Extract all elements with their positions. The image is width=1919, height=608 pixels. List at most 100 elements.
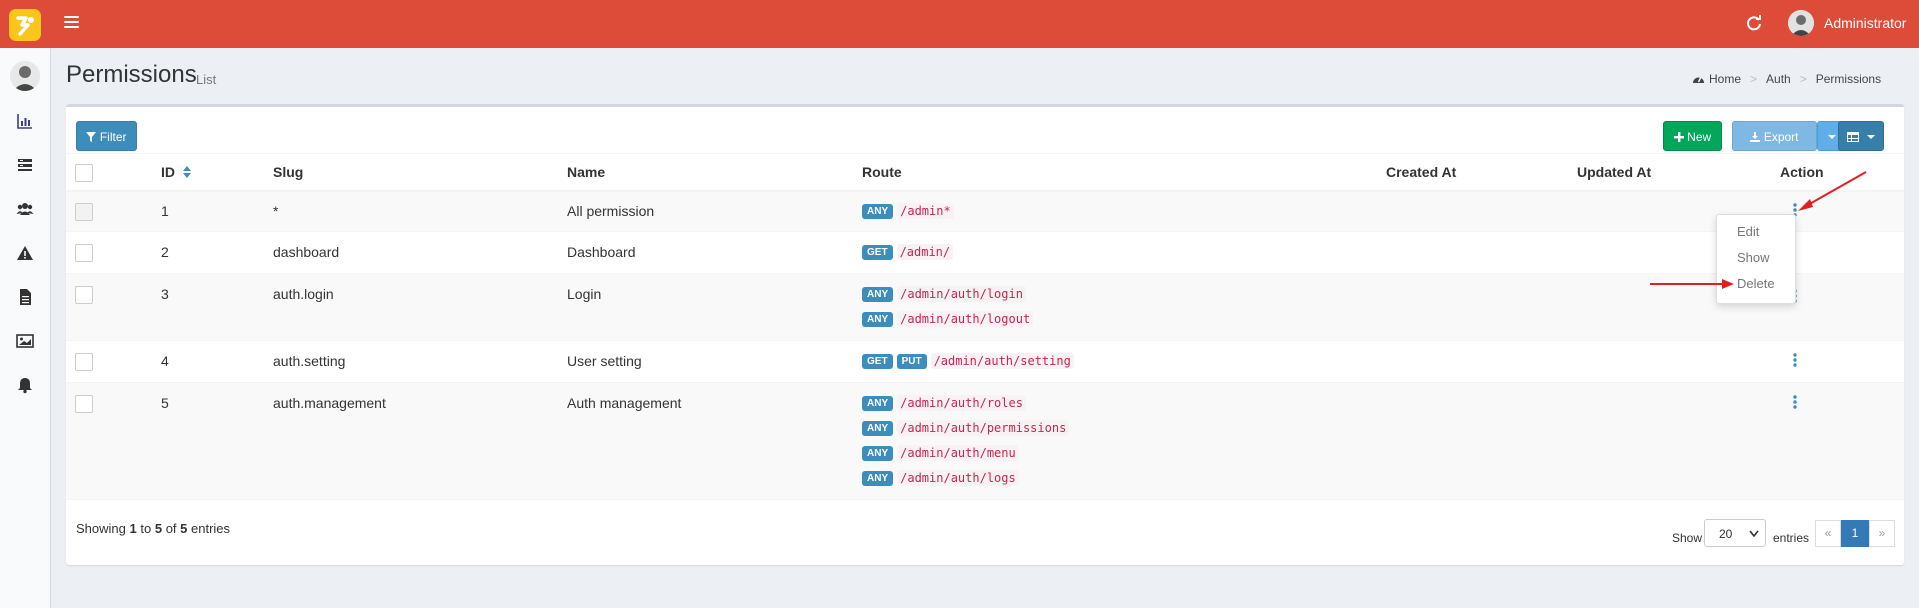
route-entry: ANY/admin/auth/logs xyxy=(862,469,1019,489)
sort-icon[interactable] xyxy=(182,166,191,178)
table-row: 5 auth.management Auth management ANY/ad… xyxy=(66,382,1904,499)
annotation-arrow-icon xyxy=(1650,279,1734,289)
cell-slug: auth.management xyxy=(273,395,386,411)
action-delete[interactable]: Delete xyxy=(1737,276,1775,291)
filter-label: Filter xyxy=(99,130,127,144)
cell-slug: dashboard xyxy=(273,244,340,260)
route-path: /admin/auth/roles xyxy=(897,395,1026,412)
route-entry: ANY/admin/auth/logout xyxy=(862,310,1034,330)
cell-id: 1 xyxy=(161,203,169,219)
route-entry: ANY/admin/auth/roles xyxy=(862,394,1026,414)
route-entry: GET PUT/admin/auth/setting xyxy=(862,352,1074,372)
select-all-checkbox[interactable] xyxy=(75,164,93,182)
pagination-info: Showing 1 to 5 of 5 entries xyxy=(76,521,231,536)
cell-name: All permission xyxy=(567,203,655,219)
refresh-icon[interactable] xyxy=(1744,13,1764,33)
route-entry: ANY/admin/auth/login xyxy=(862,285,1026,305)
cell-id: 4 xyxy=(161,353,169,369)
action-show[interactable]: Show xyxy=(1737,250,1770,265)
route-path: /admin/auth/menu xyxy=(897,445,1019,462)
dashboard-chart-icon[interactable] xyxy=(16,112,34,130)
permissions-box: Filter New Export ID Slug Name Route Cre… xyxy=(66,104,1904,565)
warning-icon[interactable] xyxy=(16,244,34,262)
method-badge: GET xyxy=(862,353,893,369)
route-entry: ANY/admin* xyxy=(862,202,954,222)
export-button[interactable]: Export xyxy=(1732,121,1817,151)
table-row: 1 * All permission ANY/admin* xyxy=(66,191,1904,231)
cell-name: Dashboard xyxy=(567,244,636,260)
cell-id: 2 xyxy=(161,244,169,260)
route-path: /admin/auth/logout xyxy=(897,311,1034,328)
breadcrumb-auth[interactable]: Auth xyxy=(1766,72,1791,86)
sidebar-user-avatar xyxy=(10,61,40,91)
method-badge: PUT xyxy=(896,353,927,369)
page-title: Permissions xyxy=(66,61,197,88)
bell-icon[interactable] xyxy=(16,376,34,394)
cell-slug: * xyxy=(273,203,279,219)
column-updated-at: Updated At xyxy=(1577,164,1652,180)
route-entry: ANY/admin/auth/permissions xyxy=(862,419,1070,439)
breadcrumb-home[interactable]: Home xyxy=(1709,72,1741,86)
column-created-at: Created At xyxy=(1386,164,1457,180)
table-divider xyxy=(66,499,1904,500)
row-checkbox[interactable] xyxy=(75,353,93,371)
logo-icon[interactable] xyxy=(9,9,41,41)
column-id[interactable]: ID xyxy=(161,164,191,180)
row-actions-kebab-icon[interactable] xyxy=(1790,352,1800,370)
cell-name: User setting xyxy=(567,353,642,369)
method-badge: ANY xyxy=(862,286,894,302)
plus-icon xyxy=(1673,132,1684,142)
caret-down-icon xyxy=(1867,135,1876,139)
export-label: Export xyxy=(1763,130,1799,144)
route-path: /admin/auth/logs xyxy=(897,470,1019,487)
page-subtitle: List xyxy=(196,72,217,87)
method-badge: GET xyxy=(862,244,893,260)
table-row: 4 auth.setting User setting GET PUT/admin… xyxy=(66,340,1904,382)
dashboard-gauge-icon xyxy=(1693,76,1704,83)
cell-name: Login xyxy=(567,286,602,302)
users-icon[interactable] xyxy=(16,200,34,218)
table-row: 3 auth.login Login ANY/admin/auth/login … xyxy=(66,273,1904,340)
entries-label: entries xyxy=(1773,531,1810,545)
file-icon[interactable] xyxy=(16,288,34,306)
method-badge: ANY xyxy=(862,311,894,327)
method-badge: ANY xyxy=(862,470,894,486)
per-page-select[interactable]: 20 xyxy=(1704,519,1766,547)
user-avatar[interactable] xyxy=(1788,10,1814,36)
pagination-prev[interactable]: « xyxy=(1815,520,1841,547)
route-path: /admin/auth/login xyxy=(897,286,1026,303)
column-name: Name xyxy=(567,164,606,180)
table-icon xyxy=(1846,132,1859,142)
route-path: /admin/ xyxy=(896,244,954,261)
new-button[interactable]: New xyxy=(1663,121,1722,151)
row-checkbox[interactable] xyxy=(75,244,93,262)
pagination-page-1[interactable]: 1 xyxy=(1841,520,1869,547)
cell-id: 5 xyxy=(161,395,169,411)
caret-down-icon xyxy=(1827,135,1836,139)
row-actions-kebab-icon[interactable] xyxy=(1790,394,1800,412)
new-label: New xyxy=(1687,130,1712,144)
download-icon xyxy=(1750,132,1761,142)
row-checkbox[interactable] xyxy=(75,203,93,221)
pagination-next[interactable]: » xyxy=(1869,520,1895,547)
route-entry: GET/admin/ xyxy=(862,243,954,263)
chevron-down-icon xyxy=(1749,530,1759,538)
list-icon[interactable] xyxy=(16,156,34,174)
method-badge: ANY xyxy=(862,203,894,219)
breadcrumb-permissions: Permissions xyxy=(1815,72,1882,86)
action-edit[interactable]: Edit xyxy=(1737,224,1759,239)
columns-button[interactable] xyxy=(1838,121,1884,151)
route-entry: ANY/admin/auth/menu xyxy=(862,444,1019,464)
method-badge: ANY xyxy=(862,395,894,411)
column-route: Route xyxy=(862,164,902,180)
sidebar xyxy=(0,48,51,608)
image-icon[interactable] xyxy=(16,332,34,350)
row-checkbox[interactable] xyxy=(75,286,93,304)
annotation-arrow-icon xyxy=(1798,171,1867,211)
row-checkbox[interactable] xyxy=(75,395,93,413)
route-path: /admin/auth/setting xyxy=(930,353,1074,370)
user-name[interactable]: Administrator xyxy=(1824,15,1906,31)
filter-button[interactable]: Filter xyxy=(76,121,137,151)
hamburger-icon[interactable] xyxy=(64,16,79,30)
cell-id: 3 xyxy=(161,286,169,302)
